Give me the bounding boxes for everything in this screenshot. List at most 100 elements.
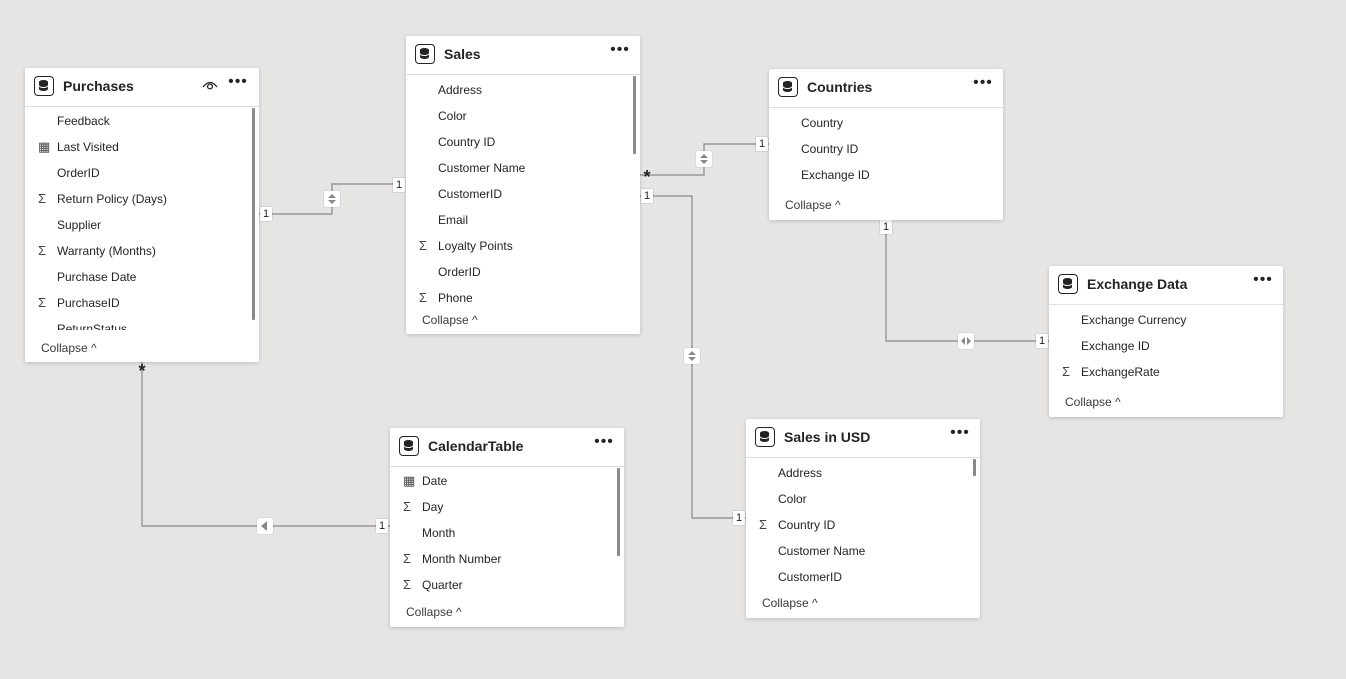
- table-header[interactable]: Purchases •••: [25, 68, 259, 107]
- field-item[interactable]: Month: [390, 520, 624, 546]
- field-list[interactable]: Address Color Country ID Customer Name C…: [406, 76, 640, 310]
- table-header[interactable]: Sales •••: [406, 36, 640, 75]
- field-list[interactable]: Address Color Σ Country ID Customer Name …: [746, 459, 980, 591]
- field-item[interactable]: Σ Return Policy (Days): [25, 186, 259, 212]
- field-label: Day: [422, 500, 444, 514]
- field-item[interactable]: Σ Warranty (Months): [25, 238, 259, 264]
- field-list[interactable]: Exchange Currency Exchange ID Σ ExchangeR…: [1049, 306, 1283, 386]
- sigma-icon: Σ: [403, 551, 412, 566]
- cardinality-badge: 1: [733, 511, 745, 525]
- scrollbar[interactable]: [973, 459, 976, 476]
- field-item[interactable]: Σ Quarter: [390, 572, 624, 598]
- table-header[interactable]: CalendarTable •••: [390, 428, 624, 467]
- field-item[interactable]: Country: [769, 110, 1003, 136]
- field-label: OrderID: [438, 265, 481, 279]
- relationship-countries-exchange: [885, 220, 1049, 342]
- field-item[interactable]: ReturnStatus: [25, 316, 259, 330]
- collapse-button[interactable]: Collapse ^: [406, 605, 462, 619]
- sigma-icon: Σ: [759, 517, 768, 532]
- bidirectional-filter-icon[interactable]: [684, 348, 700, 364]
- table-icon: [755, 427, 775, 447]
- table-title: Purchases: [63, 78, 134, 94]
- field-label: Month: [422, 526, 456, 540]
- scrollbar[interactable]: [252, 108, 255, 320]
- field-item[interactable]: Purchase Date: [25, 264, 259, 290]
- field-item[interactable]: ▦ Last Visited: [25, 134, 259, 160]
- more-options-icon[interactable]: •••: [950, 425, 970, 445]
- scrollbar[interactable]: [633, 76, 636, 154]
- field-item[interactable]: Address: [406, 77, 640, 103]
- collapse-button[interactable]: Collapse ^: [1065, 395, 1121, 409]
- field-item[interactable]: Address: [746, 460, 980, 486]
- table-header[interactable]: Countries •••: [769, 69, 1003, 108]
- table-title: CalendarTable: [428, 438, 524, 454]
- field-item[interactable]: Email: [406, 207, 640, 233]
- field-list[interactable]: Feedback ▦ Last Visited OrderID Σ Return P…: [25, 108, 259, 330]
- field-item[interactable]: Customer Name: [406, 155, 640, 181]
- table-header[interactable]: Sales in USD •••: [746, 419, 980, 458]
- field-item[interactable]: Color: [746, 486, 980, 512]
- visibility-eye-icon[interactable]: [201, 78, 219, 92]
- bidirectional-filter-icon[interactable]: [696, 151, 712, 167]
- sigma-icon: Σ: [419, 238, 428, 253]
- field-item[interactable]: Σ Country ID: [746, 512, 980, 538]
- field-item[interactable]: Feedback: [25, 108, 259, 134]
- field-item[interactable]: Σ Month Number: [390, 546, 624, 572]
- field-label: Exchange ID: [801, 168, 870, 182]
- field-label: Feedback: [57, 114, 110, 128]
- collapse-button[interactable]: Collapse ^: [785, 198, 841, 212]
- field-label: Warranty (Months): [57, 244, 156, 258]
- field-item[interactable]: Country ID: [406, 129, 640, 155]
- sigma-icon: Σ: [403, 577, 412, 592]
- field-list[interactable]: Country Country ID Exchange ID: [769, 109, 1003, 189]
- bidirectional-filter-icon[interactable]: [324, 191, 340, 207]
- table-title: Sales in USD: [784, 429, 871, 445]
- field-item[interactable]: Σ Day: [390, 494, 624, 520]
- bidirectional-filter-icon[interactable]: [958, 333, 974, 349]
- field-item[interactable]: CustomerID: [746, 564, 980, 590]
- table-icon: [399, 436, 419, 456]
- more-options-icon[interactable]: •••: [594, 434, 614, 454]
- field-item[interactable]: Country ID: [769, 136, 1003, 162]
- collapse-button[interactable]: Collapse ^: [422, 313, 478, 327]
- cardinality-many: *: [643, 167, 651, 187]
- table-card-exchange-data[interactable]: Exchange Data ••• Exchange Currency Exch…: [1049, 266, 1283, 417]
- table-card-calendar[interactable]: CalendarTable ••• ▦ Date Σ Day Month Σ Mont…: [390, 428, 624, 627]
- field-item[interactable]: OrderID: [406, 259, 640, 285]
- field-label: Email: [438, 213, 469, 227]
- table-card-purchases[interactable]: Purchases ••• Feedback ▦ Last Visited Ord…: [25, 68, 259, 362]
- field-item[interactable]: Exchange ID: [1049, 333, 1283, 359]
- field-item[interactable]: CustomerID: [406, 181, 640, 207]
- collapse-button[interactable]: Collapse ^: [41, 341, 97, 355]
- field-item[interactable]: Customer Name: [746, 538, 980, 564]
- calendar-icon: ▦: [403, 473, 416, 488]
- field-label: PurchaseID: [57, 296, 120, 310]
- field-label: Date: [422, 474, 448, 488]
- field-item[interactable]: Σ PurchaseID: [25, 290, 259, 316]
- collapse-button[interactable]: Collapse ^: [762, 596, 818, 610]
- table-card-sales[interactable]: Sales ••• Address Color Country ID Custo…: [406, 36, 640, 334]
- more-options-icon[interactable]: •••: [973, 75, 993, 95]
- field-item[interactable]: Color: [406, 103, 640, 129]
- field-list[interactable]: ▦ Date Σ Day Month Σ Month Number Σ Quarter: [390, 468, 624, 600]
- field-item[interactable]: Σ Loyalty Points: [406, 233, 640, 259]
- field-item[interactable]: OrderID: [25, 160, 259, 186]
- field-label: OrderID: [57, 166, 100, 180]
- field-item[interactable]: Σ Phone: [406, 285, 640, 310]
- more-options-icon[interactable]: •••: [610, 42, 630, 62]
- model-canvas[interactable]: 1 1 * 1 1 1 1 1 * 1 Purchases ••• Feedba…: [0, 0, 1346, 679]
- field-item[interactable]: Supplier: [25, 212, 259, 238]
- scrollbar[interactable]: [617, 468, 620, 556]
- more-options-icon[interactable]: •••: [228, 74, 248, 94]
- cardinality-badge: 1: [393, 178, 405, 192]
- table-header[interactable]: Exchange Data •••: [1049, 266, 1283, 305]
- field-item[interactable]: Exchange Currency: [1049, 307, 1283, 333]
- field-item[interactable]: Exchange ID: [769, 162, 1003, 188]
- table-card-sales-in-usd[interactable]: Sales in USD ••• Address Color Σ Country …: [746, 419, 980, 618]
- table-card-countries[interactable]: Countries ••• Country Country ID Exchang…: [769, 69, 1003, 220]
- more-options-icon[interactable]: •••: [1253, 272, 1273, 292]
- single-filter-icon[interactable]: [257, 518, 273, 534]
- field-label: Address: [438, 83, 483, 97]
- field-item[interactable]: ▦ Date: [390, 468, 624, 494]
- field-item[interactable]: Σ ExchangeRate: [1049, 359, 1283, 385]
